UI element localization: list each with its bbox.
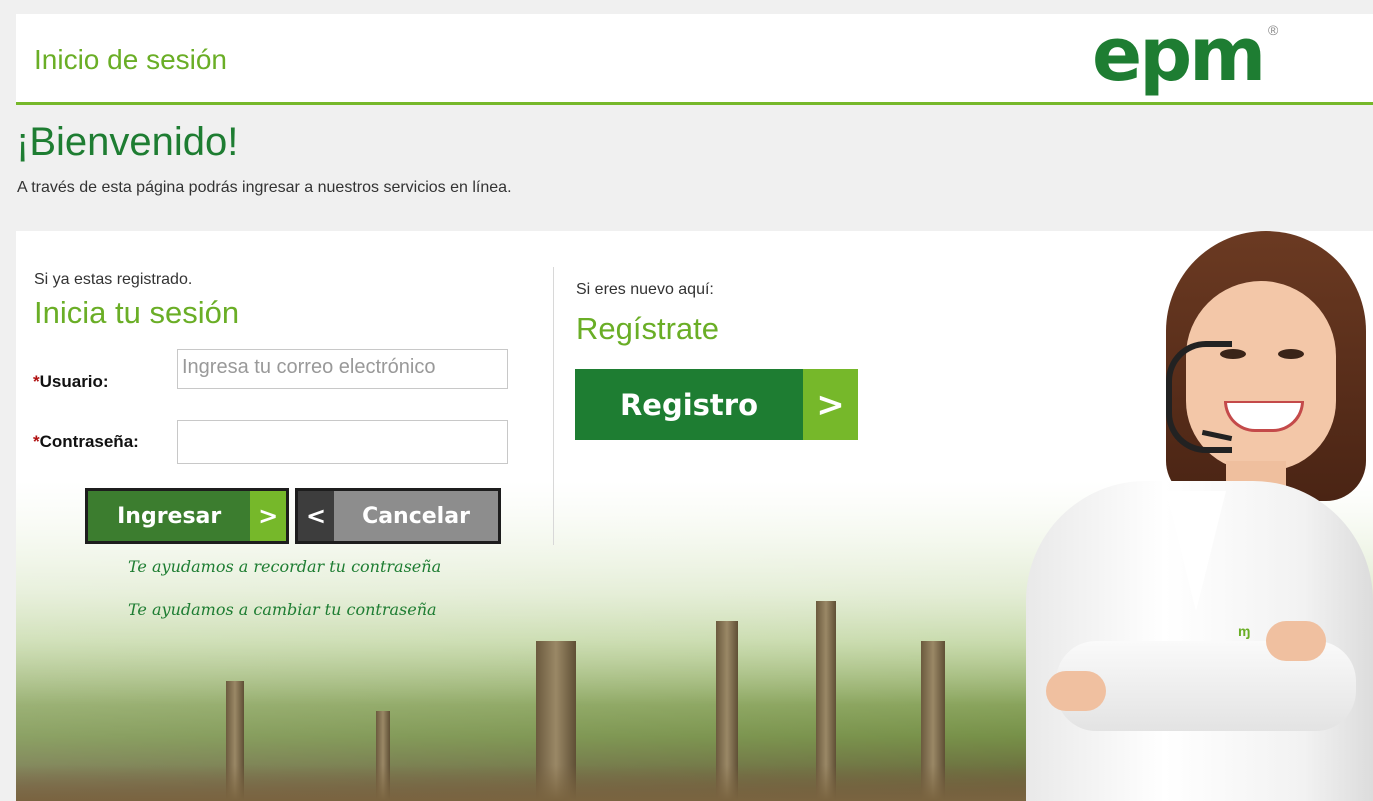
header-title: Inicio de sesión: [34, 44, 228, 75]
forgot-password-link[interactable]: Te ayudamos a recordar tu contraseña: [128, 557, 441, 576]
logo-text: epm: [1092, 12, 1266, 98]
register-section: Si eres nuevo aquí: Regístrate: [576, 281, 976, 347]
registro-button[interactable]: Registro >: [575, 369, 858, 440]
epm-logo[interactable]: epm ®: [1092, 12, 1292, 108]
login-section: Si ya estas registrado. Inicia tu sesión: [34, 271, 534, 331]
cancelar-button[interactable]: < Cancelar: [295, 488, 501, 544]
login-pre-text: Si ya estas registrado.: [34, 271, 193, 288]
agent-smile: [1224, 401, 1304, 432]
required-mark: *: [33, 372, 40, 391]
chevron-right-icon: >: [250, 491, 286, 541]
registered-mark: ®: [1268, 22, 1279, 38]
agent-hand: [1046, 671, 1106, 711]
agent-eye: [1278, 349, 1304, 359]
user-label: *Usuario:: [33, 372, 109, 392]
login-page: Inicio de sesión epm ® ¡Bienvenido! A tr…: [0, 0, 1373, 801]
cancelar-label: Cancelar: [362, 503, 470, 529]
register-pre-text: Si eres nuevo aquí:: [576, 281, 714, 298]
agent-shirt: [1166, 491, 1226, 611]
column-divider: [553, 267, 554, 545]
registro-label: Registro: [619, 387, 759, 422]
user-email-placeholder: Ingresa tu correo electrónico: [182, 356, 436, 378]
agent-jacket: ɱ: [1026, 481, 1373, 801]
user-label-text: Usuario:: [39, 372, 109, 391]
user-email-input[interactable]: Ingresa tu correo electrónico: [177, 349, 508, 389]
ingresar-button[interactable]: Ingresar >: [85, 488, 289, 544]
agent-hand: [1266, 621, 1326, 661]
jacket-logo-icon: ɱ: [1238, 623, 1251, 639]
header-bar: Inicio de sesión epm ®: [16, 12, 1373, 108]
required-mark: *: [33, 432, 40, 451]
password-label: *Contraseña:: [33, 432, 139, 452]
chevron-left-icon: <: [298, 491, 334, 541]
welcome-heading: ¡Bienvenido!: [16, 120, 239, 164]
chevron-right-icon: >: [803, 369, 858, 440]
password-label-text: Contraseña:: [39, 432, 139, 451]
register-title: Regístrate: [576, 311, 720, 346]
ingresar-label: Ingresar: [117, 503, 222, 529]
welcome-subtitle: A través de esta página podrás ingresar …: [17, 179, 512, 196]
login-title: Inicia tu sesión: [34, 295, 240, 330]
main-panel: Si ya estas registrado. Inicia tu sesión…: [16, 231, 1373, 801]
password-input[interactable]: [177, 420, 508, 464]
change-password-link[interactable]: Te ayudamos a cambiar tu contraseña: [128, 600, 437, 619]
customer-service-agent-photo: ɱ: [1016, 231, 1373, 801]
